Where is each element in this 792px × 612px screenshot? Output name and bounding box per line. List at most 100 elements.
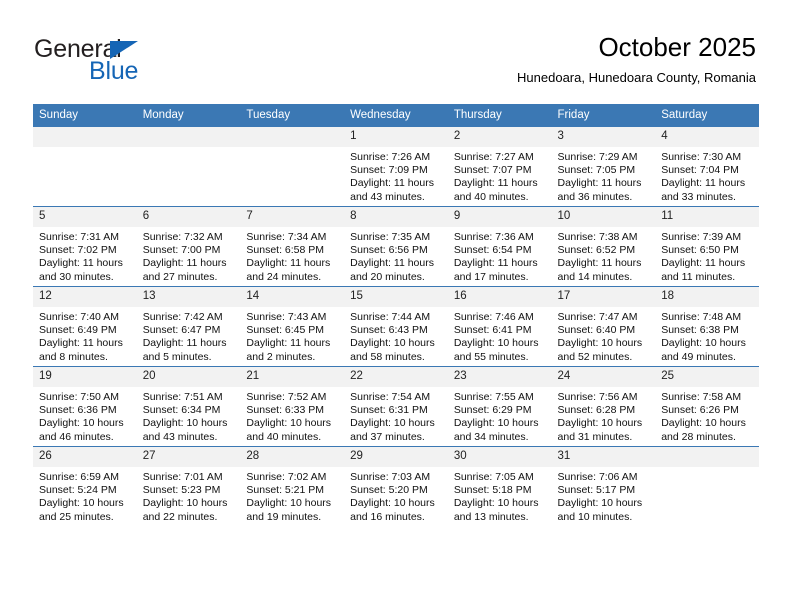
daylight-text-line2: and 40 minutes. xyxy=(453,190,529,203)
calendar-day-cell: 17 Sunrise: 7:47 AM Sunset: 6:40 PM Dayligh… xyxy=(551,286,656,367)
daylight-text-line2: and 58 minutes. xyxy=(350,350,425,363)
day-details: Sunrise: 7:46 AM Sunset: 6:41 PM Daylight:… xyxy=(448,307,552,364)
daylight-text-line2: and 17 minutes. xyxy=(453,270,529,283)
calendar-day-cell: 3 Sunrise: 7:29 AM Sunset: 7:05 PM Daylight… xyxy=(551,126,656,207)
daylight-text-line1: Daylight: 11 hours xyxy=(142,337,227,350)
daylight-text-line1: Daylight: 10 hours xyxy=(453,497,539,510)
day-details: Sunrise: 7:30 AM Sunset: 7:04 PM Daylight:… xyxy=(655,147,759,204)
day-cell-22[interactable]: 22 Sunrise: 7:54 AM Sunset: 6:31 PM Dayligh… xyxy=(344,367,448,446)
day-cell-17[interactable]: 17 Sunrise: 7:47 AM Sunset: 6:40 PM Dayligh… xyxy=(551,287,656,366)
sunset-text: Sunset: 5:20 PM xyxy=(350,484,428,497)
sunset-text: Sunset: 7:07 PM xyxy=(453,164,532,177)
day-cell-6[interactable]: 6 Sunrise: 7:32 AM Sunset: 7:00 PM Daylight… xyxy=(136,207,241,286)
day-number: 11 xyxy=(655,207,759,227)
calendar-day-cell: 11 Sunrise: 7:39 AM Sunset: 6:50 PM Dayligh… xyxy=(655,206,759,287)
sunrise-text: Sunrise: 7:40 AM xyxy=(39,311,119,323)
day-cell-1[interactable]: 1 Sunrise: 7:26 AM Sunset: 7:09 PM Daylight… xyxy=(344,127,448,206)
sunrise-text: Sunrise: 7:46 AM xyxy=(453,311,534,323)
day-cell-10[interactable]: 10 Sunrise: 7:38 AM Sunset: 6:52 PM Dayligh… xyxy=(551,207,656,286)
general-blue-logo[interactable]: General Blue xyxy=(34,36,294,92)
day-cell-19[interactable]: 19 Sunrise: 7:50 AM Sunset: 6:36 PM Dayligh… xyxy=(33,367,137,446)
sunset-text: Sunset: 6:47 PM xyxy=(142,324,221,337)
day-cell-4[interactable]: 4 Sunrise: 7:30 AM Sunset: 7:04 PM Daylight… xyxy=(655,127,759,206)
sunrise-text: Sunrise: 7:30 AM xyxy=(661,151,742,163)
day-details: Sunrise: 7:44 AM Sunset: 6:43 PM Daylight:… xyxy=(344,307,448,364)
sunrise-text: Sunrise: 7:26 AM xyxy=(350,151,431,163)
daylight-text-line1: Daylight: 10 hours xyxy=(39,417,124,430)
daylight-text-line1: Daylight: 11 hours xyxy=(453,257,538,270)
day-cell-28[interactable]: 28 Sunrise: 7:02 AM Sunset: 5:21 PM Dayligh… xyxy=(240,447,345,526)
sunset-text: Sunset: 6:40 PM xyxy=(557,324,636,337)
day-cell-13[interactable]: 13 Sunrise: 7:42 AM Sunset: 6:47 PM Dayligh… xyxy=(136,287,241,366)
day-number: 29 xyxy=(344,447,448,467)
sunset-text: Sunset: 6:36 PM xyxy=(39,404,117,417)
daylight-text-line2: and 19 minutes. xyxy=(246,510,322,523)
day-number: 6 xyxy=(136,207,241,227)
calendar-day-cell: 7 Sunrise: 7:34 AM Sunset: 6:58 PM Daylight… xyxy=(240,206,345,287)
calendar-day-cell: 20 Sunrise: 7:51 AM Sunset: 6:34 PM Dayligh… xyxy=(136,366,241,447)
day-cell-29[interactable]: 29 Sunrise: 7:03 AM Sunset: 5:20 PM Dayligh… xyxy=(344,447,448,526)
daylight-text-line2: and 28 minutes. xyxy=(661,430,736,443)
daylight-text-line1: Daylight: 10 hours xyxy=(557,337,643,350)
sunset-text: Sunset: 6:41 PM xyxy=(453,324,532,337)
day-cell-26[interactable]: 26 Sunrise: 6:59 AM Sunset: 5:24 PM Dayligh… xyxy=(33,447,137,526)
daylight-text-line1: Daylight: 11 hours xyxy=(350,177,434,190)
day-cell-15[interactable]: 15 Sunrise: 7:44 AM Sunset: 6:43 PM Dayligh… xyxy=(344,287,448,366)
day-cell-14[interactable]: 14 Sunrise: 7:43 AM Sunset: 6:45 PM Dayligh… xyxy=(240,287,345,366)
day-cell-11[interactable]: 11 Sunrise: 7:39 AM Sunset: 6:50 PM Dayligh… xyxy=(655,207,759,286)
day-cell-3[interactable]: 3 Sunrise: 7:29 AM Sunset: 7:05 PM Daylight… xyxy=(551,127,656,206)
day-cell-9[interactable]: 9 Sunrise: 7:36 AM Sunset: 6:54 PM Daylight… xyxy=(447,207,552,286)
day-cell-2[interactable]: 2 Sunrise: 7:27 AM Sunset: 7:07 PM Daylight… xyxy=(447,127,552,206)
day-number: 12 xyxy=(33,287,137,307)
daylight-text-line1: Daylight: 11 hours xyxy=(557,177,642,190)
day-number: 2 xyxy=(447,127,552,147)
weekday-header-tuesday: Tuesday xyxy=(240,104,345,127)
day-cell-30[interactable]: 30 Sunrise: 7:05 AM Sunset: 5:18 PM Dayligh… xyxy=(447,447,552,526)
calendar-day-cell xyxy=(136,126,241,207)
sunset-text: Sunset: 6:49 PM xyxy=(39,324,117,337)
weekday-header-thursday: Thursday xyxy=(447,104,552,127)
sunset-text: Sunset: 6:28 PM xyxy=(557,404,636,417)
daylight-text-line2: and 36 minutes. xyxy=(557,190,633,203)
empty-day-cell xyxy=(240,127,345,206)
day-cell-7[interactable]: 7 Sunrise: 7:34 AM Sunset: 6:58 PM Daylight… xyxy=(240,207,345,286)
calendar-day-cell: 13 Sunrise: 7:42 AM Sunset: 6:47 PM Dayligh… xyxy=(136,286,241,367)
daylight-text-line1: Daylight: 10 hours xyxy=(453,417,539,430)
daylight-text-line2: and 20 minutes. xyxy=(350,270,425,283)
day-cell-25[interactable]: 25 Sunrise: 7:58 AM Sunset: 6:26 PM Dayligh… xyxy=(655,367,759,446)
sunset-text: Sunset: 5:18 PM xyxy=(453,484,532,497)
day-cell-16[interactable]: 16 Sunrise: 7:46 AM Sunset: 6:41 PM Dayligh… xyxy=(447,287,552,366)
day-cell-27[interactable]: 27 Sunrise: 7:01 AM Sunset: 5:23 PM Dayligh… xyxy=(136,447,241,526)
daylight-text-line2: and 55 minutes. xyxy=(453,350,529,363)
day-details: Sunrise: 7:58 AM Sunset: 6:26 PM Daylight:… xyxy=(655,387,759,444)
day-number xyxy=(136,127,241,147)
calendar-day-cell: 1 Sunrise: 7:26 AM Sunset: 7:09 PM Daylight… xyxy=(344,126,448,207)
sunrise-text: Sunrise: 7:52 AM xyxy=(246,391,327,403)
day-cell-5[interactable]: 5 Sunrise: 7:31 AM Sunset: 7:02 PM Daylight… xyxy=(33,207,137,286)
sunrise-sunset-calendar: Sunday Monday Tuesday Wednesday Thursday Frid… xyxy=(33,104,759,526)
weekday-header: Sunday Monday Tuesday Wednesday Thursday Frid… xyxy=(33,104,759,127)
sunrise-text: Sunrise: 7:29 AM xyxy=(557,151,638,163)
weekday-header-monday: Monday xyxy=(136,104,241,127)
sunset-text: Sunset: 6:26 PM xyxy=(661,404,739,417)
day-details: Sunrise: 7:51 AM Sunset: 6:34 PM Daylight:… xyxy=(137,387,241,444)
sunset-text: Sunset: 6:29 PM xyxy=(453,404,532,417)
sunset-text: Sunset: 7:02 PM xyxy=(39,244,117,257)
day-cell-8[interactable]: 8 Sunrise: 7:35 AM Sunset: 6:56 PM Daylight… xyxy=(344,207,448,286)
day-cell-18[interactable]: 18 Sunrise: 7:48 AM Sunset: 6:38 PM Dayligh… xyxy=(655,287,759,366)
day-cell-12[interactable]: 12 Sunrise: 7:40 AM Sunset: 6:49 PM Dayligh… xyxy=(33,287,137,366)
day-details: Sunrise: 7:26 AM Sunset: 7:09 PM Daylight:… xyxy=(344,147,448,204)
day-cell-21[interactable]: 21 Sunrise: 7:52 AM Sunset: 6:33 PM Dayligh… xyxy=(240,367,345,446)
day-cell-20[interactable]: 20 Sunrise: 7:51 AM Sunset: 6:34 PM Dayligh… xyxy=(136,367,241,446)
day-cell-24[interactable]: 24 Sunrise: 7:56 AM Sunset: 6:28 PM Dayligh… xyxy=(551,367,656,446)
day-number: 18 xyxy=(655,287,759,307)
calendar-page: General Blue October 2025 Hunedoara, Hun… xyxy=(0,0,792,612)
title-block: October 2025 Hunedoara, Hunedoara County… xyxy=(517,30,756,86)
calendar-day-cell: 21 Sunrise: 7:52 AM Sunset: 6:33 PM Dayligh… xyxy=(240,366,345,447)
daylight-text-line1: Daylight: 11 hours xyxy=(246,337,331,350)
day-cell-31[interactable]: 31 Sunrise: 7:06 AM Sunset: 5:17 PM Dayligh… xyxy=(551,447,656,526)
daylight-text-line1: Daylight: 11 hours xyxy=(453,177,538,190)
day-details: Sunrise: 7:03 AM Sunset: 5:20 PM Daylight:… xyxy=(344,467,448,524)
daylight-text-line2: and 14 minutes. xyxy=(557,270,633,283)
day-cell-23[interactable]: 23 Sunrise: 7:55 AM Sunset: 6:29 PM Dayligh… xyxy=(447,367,552,446)
